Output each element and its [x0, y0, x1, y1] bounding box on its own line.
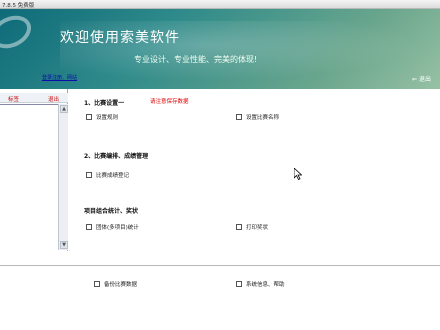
checkbox-match-name[interactable]: 设置比赛名称 — [236, 113, 279, 121]
checkbox-label: 设置规则 — [96, 115, 119, 121]
window-title: 7.8.5 免费版 — [2, 3, 35, 9]
left-panel-header: 标签 退出 — [0, 93, 68, 103]
checkbox-box[interactable] — [236, 281, 242, 287]
welcome-banner: 欢迎使用索美软件 专业设计、专业性能、完美的体现! 登录注册、网站 ⇐ 退出 — [0, 9, 440, 89]
checkbox-label: 设置比赛名称 — [246, 115, 280, 121]
window-titlebar: 7.8.5 免费版 — [0, 0, 440, 9]
checkbox-system-info[interactable]: 系统信息、帮助 — [236, 280, 285, 288]
footer-divider — [0, 265, 440, 266]
checkbox-box[interactable] — [236, 224, 242, 230]
section-title-1: 1、比赛设置一 — [84, 100, 125, 107]
checkbox-backup[interactable]: 备份比赛数据 — [94, 280, 137, 288]
checkbox-box[interactable] — [86, 172, 92, 178]
help-label: 退出 — [419, 76, 432, 83]
banner-title: 欢迎使用索美软件 — [60, 30, 180, 46]
checkbox-team-stats[interactable]: 团体(多项目)统计 — [86, 223, 139, 231]
checkbox-score-entry[interactable]: 比赛成绩登记 — [86, 171, 129, 179]
checkbox-label: 团体(多项目)统计 — [96, 225, 139, 231]
banner-slogan: 专业设计、专业性能、完美的体现! — [134, 55, 258, 64]
logo-swoosh-icon — [0, 9, 37, 55]
checkbox-box[interactable] — [236, 114, 242, 120]
login-link[interactable]: 登录注册、网站 — [42, 74, 77, 81]
checkbox-box[interactable] — [86, 114, 92, 120]
checkbox-label: 备份比赛数据 — [104, 282, 138, 288]
section-title-3: 项目组合统计、奖状 — [84, 208, 139, 215]
checkbox-rules[interactable]: 设置规则 — [86, 113, 118, 121]
checkbox-box[interactable] — [86, 224, 92, 230]
left-header-exit[interactable]: 退出 — [48, 95, 59, 103]
left-panel: 标签 退出 ▲ ▼ — [0, 89, 68, 251]
list-scrollbar[interactable]: ▲ ▼ — [58, 104, 68, 250]
left-header-label[interactable]: 标签 — [8, 95, 19, 103]
item-list[interactable] — [0, 104, 58, 250]
checkbox-print-certificate[interactable]: 打印奖状 — [236, 223, 268, 231]
checkbox-box[interactable] — [94, 281, 100, 287]
checkbox-label: 打印奖状 — [246, 225, 269, 231]
scroll-down-icon[interactable]: ▼ — [60, 241, 68, 249]
section-title-2: 2、比赛编排、成绩管理 — [84, 153, 149, 160]
arrow-icon: ⇐ — [412, 76, 418, 83]
save-hint: 请注意保存数据 — [150, 99, 189, 105]
scroll-up-icon[interactable]: ▲ — [60, 105, 68, 113]
checkbox-label: 系统信息、帮助 — [246, 282, 285, 288]
checkbox-label: 比赛成绩登记 — [96, 173, 130, 179]
help-link[interactable]: ⇐ 退出 — [412, 74, 431, 83]
